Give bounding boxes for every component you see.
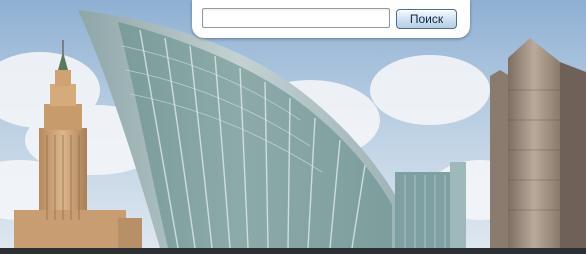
search-input[interactable] bbox=[202, 8, 390, 28]
bottom-bar bbox=[0, 248, 586, 254]
search-button[interactable]: Поиск bbox=[396, 9, 457, 29]
search-panel: Поиск bbox=[192, 0, 470, 38]
